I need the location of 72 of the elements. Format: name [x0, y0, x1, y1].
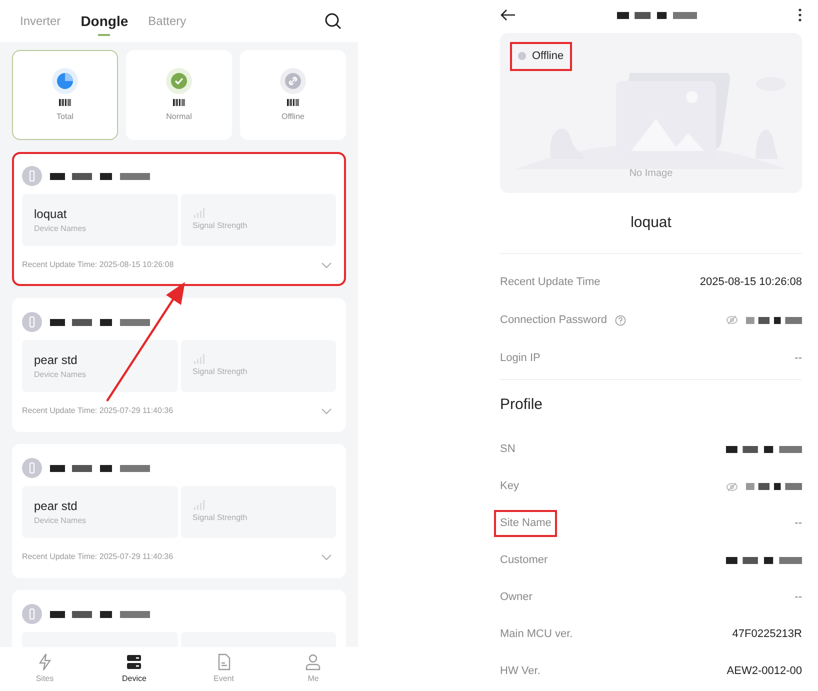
pie-chart-icon — [52, 68, 78, 94]
dongle-icon — [22, 312, 42, 332]
device-card[interactable]: pear std Device Names Signal Strength Recent Update Time: 2025-07-29 11:40:36 — [12, 298, 346, 432]
server-icon — [125, 653, 144, 671]
more-icon[interactable] — [798, 8, 802, 22]
dongle-icon — [22, 604, 42, 624]
device-card[interactable]: pear std Device Names Signal Strength Recent Update Time: 2025-07-29 11:40:36 — [12, 444, 346, 578]
signal-icon — [192, 500, 204, 510]
tab-indicator — [98, 34, 110, 36]
row-value: -- — [794, 516, 802, 532]
redaction-mark — [59, 98, 71, 106]
back-arrow-icon[interactable] — [500, 9, 516, 21]
row-label: Key — [499, 479, 520, 494]
redaction-mark — [746, 316, 802, 324]
row-label: Login IP — [499, 350, 542, 366]
nav-item[interactable]: Me — [268, 647, 358, 691]
check-circle-icon — [166, 68, 192, 94]
update-time: Recent Update Time: 2025-08-15 10:26:08 — [22, 259, 174, 271]
signal-caption: Signal Strength — [192, 512, 248, 524]
stat-card[interactable]: Total — [12, 50, 118, 140]
signal-caption: Signal Strength — [192, 366, 248, 378]
row-value: 47F0225213R — [732, 627, 802, 642]
redaction-mark — [287, 98, 299, 106]
row-value: -- — [794, 350, 802, 366]
device-name-caption: Device Names — [34, 515, 88, 527]
row-label: Main MCU ver. — [499, 627, 574, 642]
nav-item[interactable]: Event — [179, 647, 268, 691]
stat-card[interactable]: Offline — [240, 50, 346, 140]
status-label: Offline — [532, 49, 564, 64]
chevron-down-icon[interactable] — [321, 408, 332, 414]
row-value: AEW2-0012-00 — [726, 664, 802, 680]
user-icon — [304, 653, 322, 671]
nav-item[interactable]: Device — [90, 647, 179, 691]
nav-item[interactable]: Sites — [0, 647, 90, 691]
eye-off-icon[interactable] — [726, 482, 738, 492]
device-name: pear std — [34, 352, 78, 369]
device-card[interactable]: loquat Device Names Signal Strength Recent Update Time: 2025-08-15 10:26:08 — [12, 152, 346, 286]
help-icon[interactable] — [615, 314, 626, 326]
row-label: Connection Password — [496, 308, 630, 332]
section-title: Profile — [500, 395, 543, 416]
eye-off-icon[interactable] — [726, 315, 738, 325]
search-icon[interactable] — [324, 12, 342, 30]
chevron-down-icon[interactable] — [321, 554, 332, 560]
device-name-caption: Device Names — [34, 369, 88, 381]
tab[interactable]: Dongle — [80, 0, 128, 42]
device-title: loquat — [630, 212, 672, 233]
row-label: HW Ver. — [499, 664, 542, 680]
row-value: 2025-08-15 10:26:08 — [700, 274, 802, 290]
device-name: loquat — [34, 206, 68, 223]
device-name: pear std — [34, 498, 78, 515]
link-icon — [280, 68, 306, 94]
redaction-mark — [746, 482, 802, 491]
row-label: SN — [499, 442, 516, 458]
row-label: Customer — [499, 553, 549, 568]
device-name-caption: Device Names — [34, 223, 88, 235]
chevron-down-icon[interactable] — [321, 262, 332, 268]
dongle-icon — [22, 166, 42, 186]
row-label: Site Name — [496, 512, 556, 535]
tab[interactable]: Inverter — [20, 0, 61, 42]
signal-icon — [192, 208, 204, 218]
image-caption: No Image — [629, 167, 673, 181]
redaction-mark — [173, 98, 185, 106]
update-time: Recent Update Time: 2025-07-29 11:40:36 — [22, 551, 174, 563]
tab[interactable]: Battery — [148, 0, 186, 42]
row-label: Recent Update Time — [499, 274, 602, 290]
row-label: Owner — [499, 590, 534, 606]
row-value: -- — [794, 590, 802, 606]
signal-icon — [192, 354, 204, 364]
stat-card[interactable]: Normal — [126, 50, 232, 140]
signal-caption: Signal Strength — [192, 220, 248, 232]
dongle-icon — [22, 458, 42, 478]
update-time: Recent Update Time: 2025-07-29 11:40:36 — [22, 405, 174, 417]
